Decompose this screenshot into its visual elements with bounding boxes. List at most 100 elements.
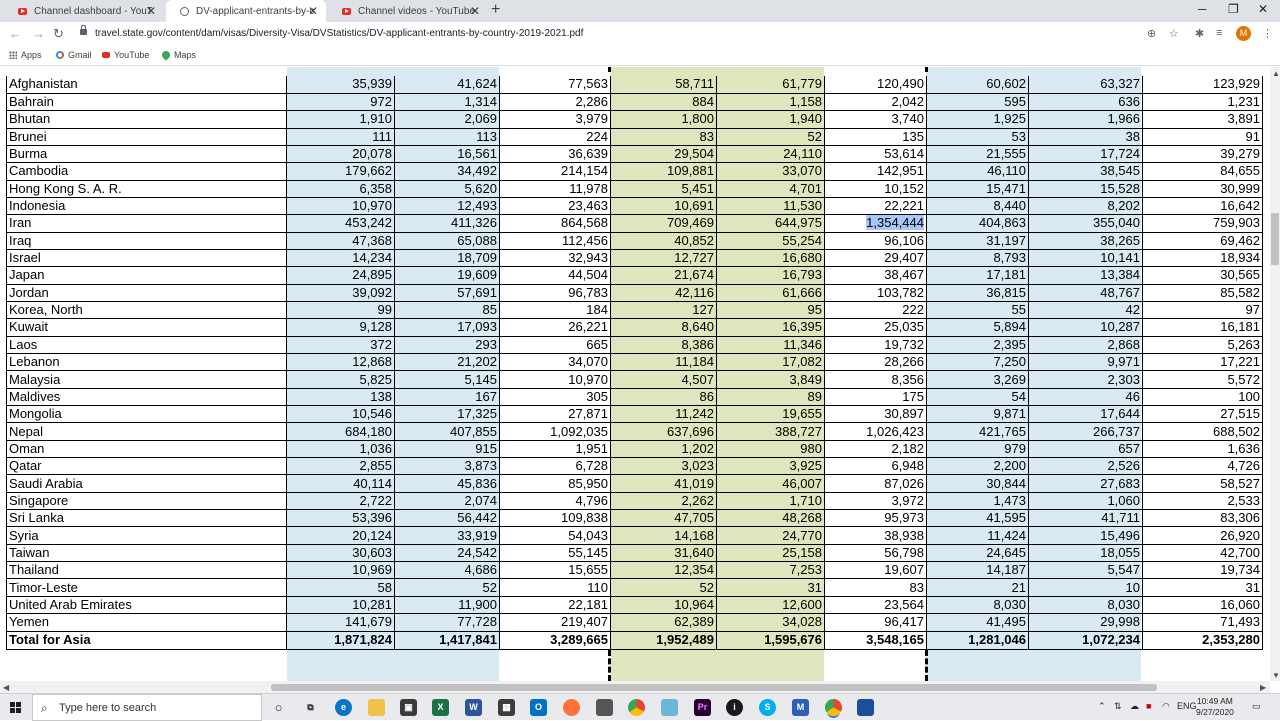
table-row: Brunei 111 113 224 83 52 135 53 38 91 [6,128,1263,146]
vertical-scrollbar[interactable] [1270,67,1280,681]
language-indicator[interactable]: ENG [1177,701,1197,711]
value-cell: 972 [286,93,395,112]
cell-value: 141,679 [345,614,392,630]
skype-icon[interactable]: S [759,699,776,716]
close-tab-icon[interactable]: ✕ [146,4,156,18]
tab-channel-dashboard[interactable]: Channel dashboard - YouTube Studio ✕ [4,0,164,22]
word-icon[interactable]: W [465,699,482,716]
calculator-icon[interactable]: ▦ [498,699,515,716]
value-cell: 8,356 [824,370,927,389]
country-cell: Saudi Arabia [6,474,287,493]
clock[interactable]: 10:49 AM 9/27/2020 [1196,696,1234,718]
lock-icon[interactable] [80,25,87,35]
taskbar-search-box[interactable]: ⌕ Type here to search [32,694,262,721]
cortana-icon[interactable]: ○ [270,699,287,716]
cell-value: 135 [902,128,924,144]
cell-value: 26,920 [1220,527,1260,543]
value-cell: 30,999 [1142,180,1263,198]
windows-start-icon[interactable] [10,702,22,714]
bookmark-star-icon[interactable]: ☆ [1169,27,1179,40]
wifi-icon[interactable]: ◠ [1162,701,1170,712]
zoom-icon[interactable]: ⊕ [1147,27,1156,40]
table-row: Saudi Arabia 40,114 45,836 85,950 41,019 46,0… [6,474,1263,493]
reload-button[interactable]: ↻ [53,26,64,42]
cell-value: 1,036 [359,440,392,456]
cell-value: 138 [370,388,392,404]
app-window-icon[interactable] [596,699,613,716]
tray-chevron-icon[interactable]: ⌃ [1098,701,1106,712]
profile-avatar[interactable]: M [1236,26,1251,41]
value-cell: 421,765 [926,422,1029,441]
excel-icon[interactable]: X [432,699,449,716]
country-cell: Total for Asia [6,630,287,650]
network-icon[interactable]: ⇅ [1114,701,1122,712]
value-cell: 31 [716,578,825,597]
tab-dv-applicant-entrants[interactable]: DV-applicant-entrants-by-country ✕ [166,0,326,22]
section-divider [925,67,928,72]
cell-value: 61,666 [782,284,822,300]
value-cell: 10,152 [824,180,927,198]
file-explorer-icon[interactable] [368,699,385,716]
cell-value: 30,565 [1220,267,1260,283]
scroll-down-arrow[interactable]: ▼ [1272,671,1280,680]
app-icon[interactable] [661,699,678,716]
country-cell: Sri Lanka [6,509,287,528]
cell-value: 9,971 [1107,354,1140,370]
chrome-active-icon[interactable] [825,699,842,716]
cell-value: 29,504 [674,146,714,162]
cell-value: 10,281 [352,596,392,612]
store-icon[interactable]: ▣ [400,699,417,716]
pdf-viewer[interactable]: Afghanistan 35,939 41,624 77,563 58,711 61,77… [0,67,1270,681]
value-cell: 2,353,280 [1142,630,1263,650]
chrome-icon[interactable] [628,699,645,716]
country-cell: Bahrain [6,93,287,112]
bookmark-youtube[interactable]: YouTube [102,50,149,60]
app-active-icon[interactable] [857,699,874,716]
outlook-icon[interactable]: O [530,699,547,716]
extensions-icon[interactable]: ✱ [1195,27,1204,40]
value-cell: 1,036 [286,440,395,459]
table-row: Israel 14,234 18,709 32,943 12,727 16,680 29,4… [6,249,1263,268]
menu-kebab-icon[interactable]: ⋮ [1262,27,1273,40]
table-row: Nepal 684,180 407,855 1,092,035 637,696 388,7… [6,422,1263,441]
edge-icon[interactable]: e [335,699,352,716]
value-cell: 17,093 [394,318,500,337]
clock-time: 10:49 AM [1196,696,1233,706]
task-view-icon[interactable]: ⧉ [302,699,319,716]
notifications-icon[interactable]: ▭ [1252,701,1261,712]
vertical-scroll-thumb[interactable] [1271,213,1279,265]
bookmark-gmail[interactable]: Gmail [56,50,92,60]
reading-list-icon[interactable]: ≡ [1216,27,1222,39]
security-icon[interactable]: ■ [1146,701,1151,711]
restore-button[interactable]: ❐ [1228,2,1239,16]
address-bar[interactable]: travel.state.gov/content/dam/visas/Diver… [95,28,583,39]
value-cell: 63,327 [1028,76,1143,94]
premiere-icon[interactable]: Pr [694,699,711,716]
table-row: Lebanon 12,868 21,202 34,070 11,184 17,082 28,… [6,353,1263,372]
cell-value: 58,711 [675,76,714,92]
back-button[interactable]: ← [9,26,22,41]
app-m-icon[interactable]: M [792,699,809,716]
value-cell: 2,182 [824,440,927,459]
scroll-right-arrow[interactable]: ▶ [1260,683,1266,692]
horizontal-scroll-thumb[interactable] [271,684,1157,691]
cell-value: 24,895 [352,267,392,283]
close-window-button[interactable]: ✕ [1258,2,1268,16]
forward-button[interactable]: → [32,26,45,41]
cell-value: 11,900 [458,596,497,612]
close-tab-icon[interactable]: ✕ [470,4,480,18]
close-tab-icon[interactable]: ✕ [308,4,318,18]
value-cell: 27,683 [1028,474,1143,493]
scroll-up-arrow[interactable]: ▲ [1272,69,1280,78]
app-circle-icon[interactable]: i [726,699,743,716]
firefox-icon[interactable] [563,699,580,716]
cell-value: 110 [587,579,608,595]
scroll-left-arrow[interactable]: ◀ [3,683,9,692]
tab-channel-videos[interactable]: Channel videos - YouTube Studio ✕ [328,0,488,22]
cloud-icon[interactable]: ☁ [1130,701,1139,712]
cell-value: 20,078 [352,146,392,162]
new-tab-button[interactable]: + [491,1,500,19]
bookmark-maps[interactable]: Maps [160,49,196,61]
bookmark-apps[interactable]: Apps [9,50,42,60]
minimize-button[interactable]: ─ [1198,2,1207,16]
